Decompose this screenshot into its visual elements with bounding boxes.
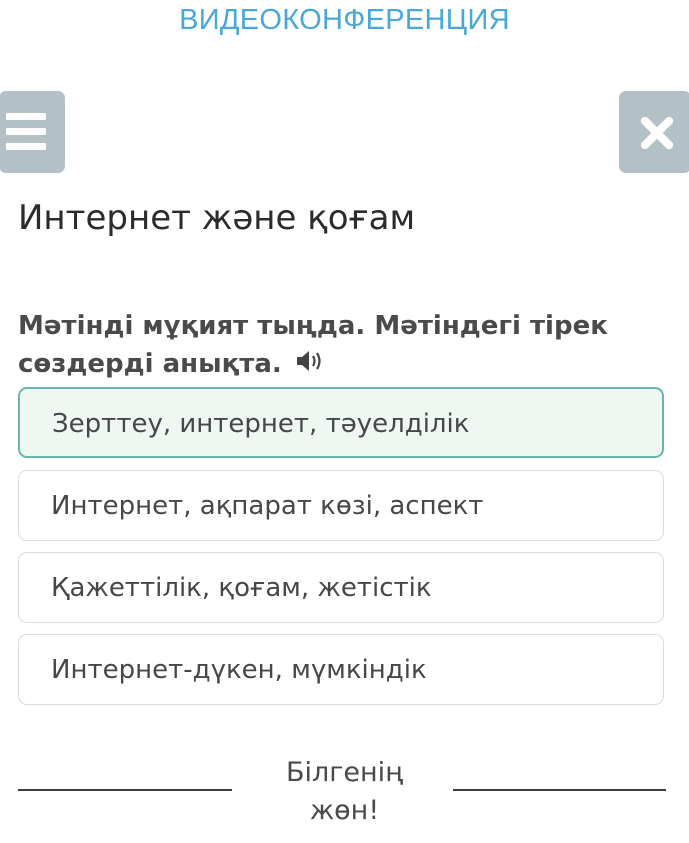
menu-button[interactable]: [0, 91, 65, 173]
close-icon: [641, 117, 673, 149]
answer-option-1[interactable]: Зерттеу, интернет, тәуелділік: [18, 387, 664, 458]
answer-option-4[interactable]: Интернет-дүкен, мүмкіндік: [18, 634, 664, 705]
lesson-title: Интернет және қоғам: [18, 198, 416, 238]
answer-option-label: Интернет-дүкен, мүмкіндік: [51, 655, 427, 685]
answer-option-2[interactable]: Интернет, ақпарат көзі, аспект: [18, 470, 664, 541]
header-title: ВИДЕОКОНФЕРЕНЦИЯ: [179, 4, 510, 36]
menu-icon: [6, 113, 46, 151]
close-button[interactable]: [619, 91, 689, 173]
divider-left: [18, 789, 232, 791]
answer-option-label: Қажеттілік, қоғам, жетістік: [51, 573, 432, 603]
speaker-icon[interactable]: [295, 346, 325, 384]
feedback-message: Білгенің жөн!: [262, 754, 427, 830]
divider-right: [453, 789, 666, 791]
feedback-line-1: Білгенің: [285, 757, 404, 788]
feedback-line-2: жөн!: [309, 795, 380, 826]
answer-option-3[interactable]: Қажеттілік, қоғам, жетістік: [18, 552, 664, 623]
answer-option-label: Зерттеу, интернет, тәуелділік: [52, 409, 470, 439]
question-prompt: Мәтінді мұқият тыңда. Мәтіндегі тірек сө…: [18, 307, 658, 384]
answer-option-label: Интернет, ақпарат көзі, аспект: [51, 491, 484, 521]
